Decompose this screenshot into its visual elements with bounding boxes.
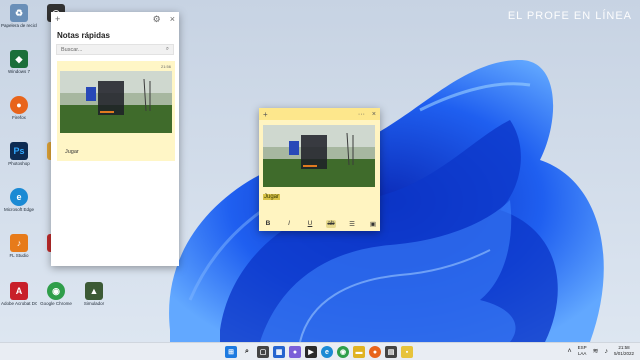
bullet-list-button[interactable]: ☰	[347, 220, 357, 228]
note-image-thumbnail	[60, 71, 172, 133]
desktop-icon-game[interactable]: ▲ Simulador	[76, 282, 112, 320]
sticky-titlebar[interactable]: + ··· ×	[259, 108, 380, 120]
taskbar: ⊞ ⌕ ▢ ▦ ● ▶ e ◉ ▬ ● ▤ ▪ ˄ ESP LAA ≋ ♪ 21…	[0, 342, 640, 360]
add-note-icon[interactable]: +	[263, 110, 268, 119]
italic-button[interactable]: I	[284, 220, 294, 228]
desktop-icon-acrobat[interactable]: A Adobe Acrobat DC	[1, 282, 37, 320]
note-image[interactable]	[263, 125, 375, 187]
search-input[interactable]: Buscar... ⌕	[56, 44, 174, 55]
sticky-notes-list-window: + ⚙ × Notas rápidas Buscar... ⌕ 21:56 Ju…	[51, 12, 179, 266]
note-time: 21:56	[160, 64, 171, 69]
sticky-notes-icon[interactable]: ▪	[401, 346, 413, 358]
underline-button[interactable]: U	[305, 220, 315, 228]
chrome-icon[interactable]: ◉	[337, 346, 349, 358]
search-placeholder: Buscar...	[61, 46, 83, 53]
app-icon: ◆	[10, 50, 28, 68]
note-preview-text: Jugar	[65, 149, 79, 155]
clock[interactable]: 21:58 5/01/2022	[614, 345, 634, 357]
strikethrough-button[interactable]: ab	[326, 220, 336, 228]
desktop-icon-label: Adobe Acrobat DC	[1, 301, 37, 306]
note-selected-text[interactable]: Jugar	[263, 194, 281, 200]
close-icon[interactable]: ×	[372, 111, 376, 118]
acrobat-icon: A	[10, 282, 28, 300]
insert-image-button[interactable]: ▣	[368, 220, 378, 228]
desktop-icon-label: Papelera de reciclaje	[1, 23, 37, 28]
widgets-icon[interactable]: ▦	[273, 346, 285, 358]
fl-studio-icon: ♪	[10, 234, 28, 252]
start-icon[interactable]: ⊞	[225, 346, 237, 358]
task-view-icon[interactable]: ▢	[257, 346, 269, 358]
desktop-icon-edge[interactable]: e Microsoft Edge	[1, 188, 37, 226]
edge-icon: e	[10, 188, 28, 206]
firefox-icon: ●	[10, 96, 28, 114]
desktop-icon-label: Microsoft Edge	[3, 207, 34, 212]
chevron-up-icon[interactable]: ˄	[567, 348, 571, 355]
game-icon: ▲	[85, 282, 103, 300]
desktop-icon-label: Simulador	[83, 301, 105, 306]
notes-panel-title: Notas rápidas	[57, 31, 110, 40]
wifi-icon[interactable]: ≋	[593, 347, 599, 355]
more-options-icon[interactable]: ···	[358, 111, 365, 118]
taskbar-apps: ⊞ ⌕ ▢ ▦ ● ▶ e ◉ ▬ ● ▤ ▪	[225, 346, 413, 358]
desktop-icon-fl-studio[interactable]: ♪ FL Studio	[1, 234, 37, 272]
settings-gear-icon[interactable]: ⚙	[153, 14, 161, 25]
system-tray: ˄ ESP LAA ≋ ♪ 21:58 5/01/2022	[567, 345, 634, 357]
chat-icon[interactable]: ●	[289, 346, 301, 358]
desktop-icon-label: Windows 7	[7, 69, 30, 74]
recycle-bin-icon: ♻	[10, 4, 28, 22]
bold-button[interactable]: B	[263, 220, 273, 228]
desktop-icon-label: Firefox	[12, 115, 26, 120]
desktop-icon-recycle-bin[interactable]: ♻ Papelera de reciclaje	[1, 4, 37, 42]
desktop-icon-label: FL Studio	[9, 253, 29, 258]
note-list-item[interactable]: 21:56 Jugar	[57, 61, 175, 161]
watermark-text: EL PROFE EN LÍNEA	[507, 10, 632, 22]
photoshop-icon: Ps	[10, 142, 28, 160]
desktop-icon-chrome[interactable]: ◉ Google Chrome	[38, 282, 74, 320]
chrome-icon: ◉	[47, 282, 65, 300]
format-toolbar: B I U ab ☰ ▣	[263, 220, 378, 228]
desktop-icon-label: Google Chrome	[40, 301, 72, 306]
edge-icon[interactable]: e	[321, 346, 333, 358]
sticky-note-window: + ··· × Jugar B I U ab ☰ ▣	[259, 108, 380, 231]
search-icon[interactable]: ⌕	[241, 346, 253, 358]
media-icon[interactable]: ▶	[305, 346, 317, 358]
desktop-icon-firefox[interactable]: ● Firefox	[1, 96, 37, 134]
search-icon[interactable]: ⌕	[166, 46, 169, 53]
close-icon[interactable]: ×	[170, 14, 175, 25]
notes-titlebar: + ⚙ ×	[51, 12, 179, 26]
add-note-icon[interactable]: +	[55, 14, 60, 24]
volume-icon[interactable]: ♪	[604, 348, 608, 355]
file-explorer-icon[interactable]: ▬	[353, 346, 365, 358]
desktop-icon-windows-7[interactable]: ◆ Windows 7	[1, 50, 37, 88]
desktop-icon-photoshop[interactable]: Ps Photoshop	[1, 142, 37, 180]
desktop-icon-label: Photoshop	[8, 161, 30, 166]
store-icon[interactable]: ▤	[385, 346, 397, 358]
language-indicator[interactable]: ESP LAA	[578, 345, 587, 357]
firefox-icon[interactable]: ●	[369, 346, 381, 358]
